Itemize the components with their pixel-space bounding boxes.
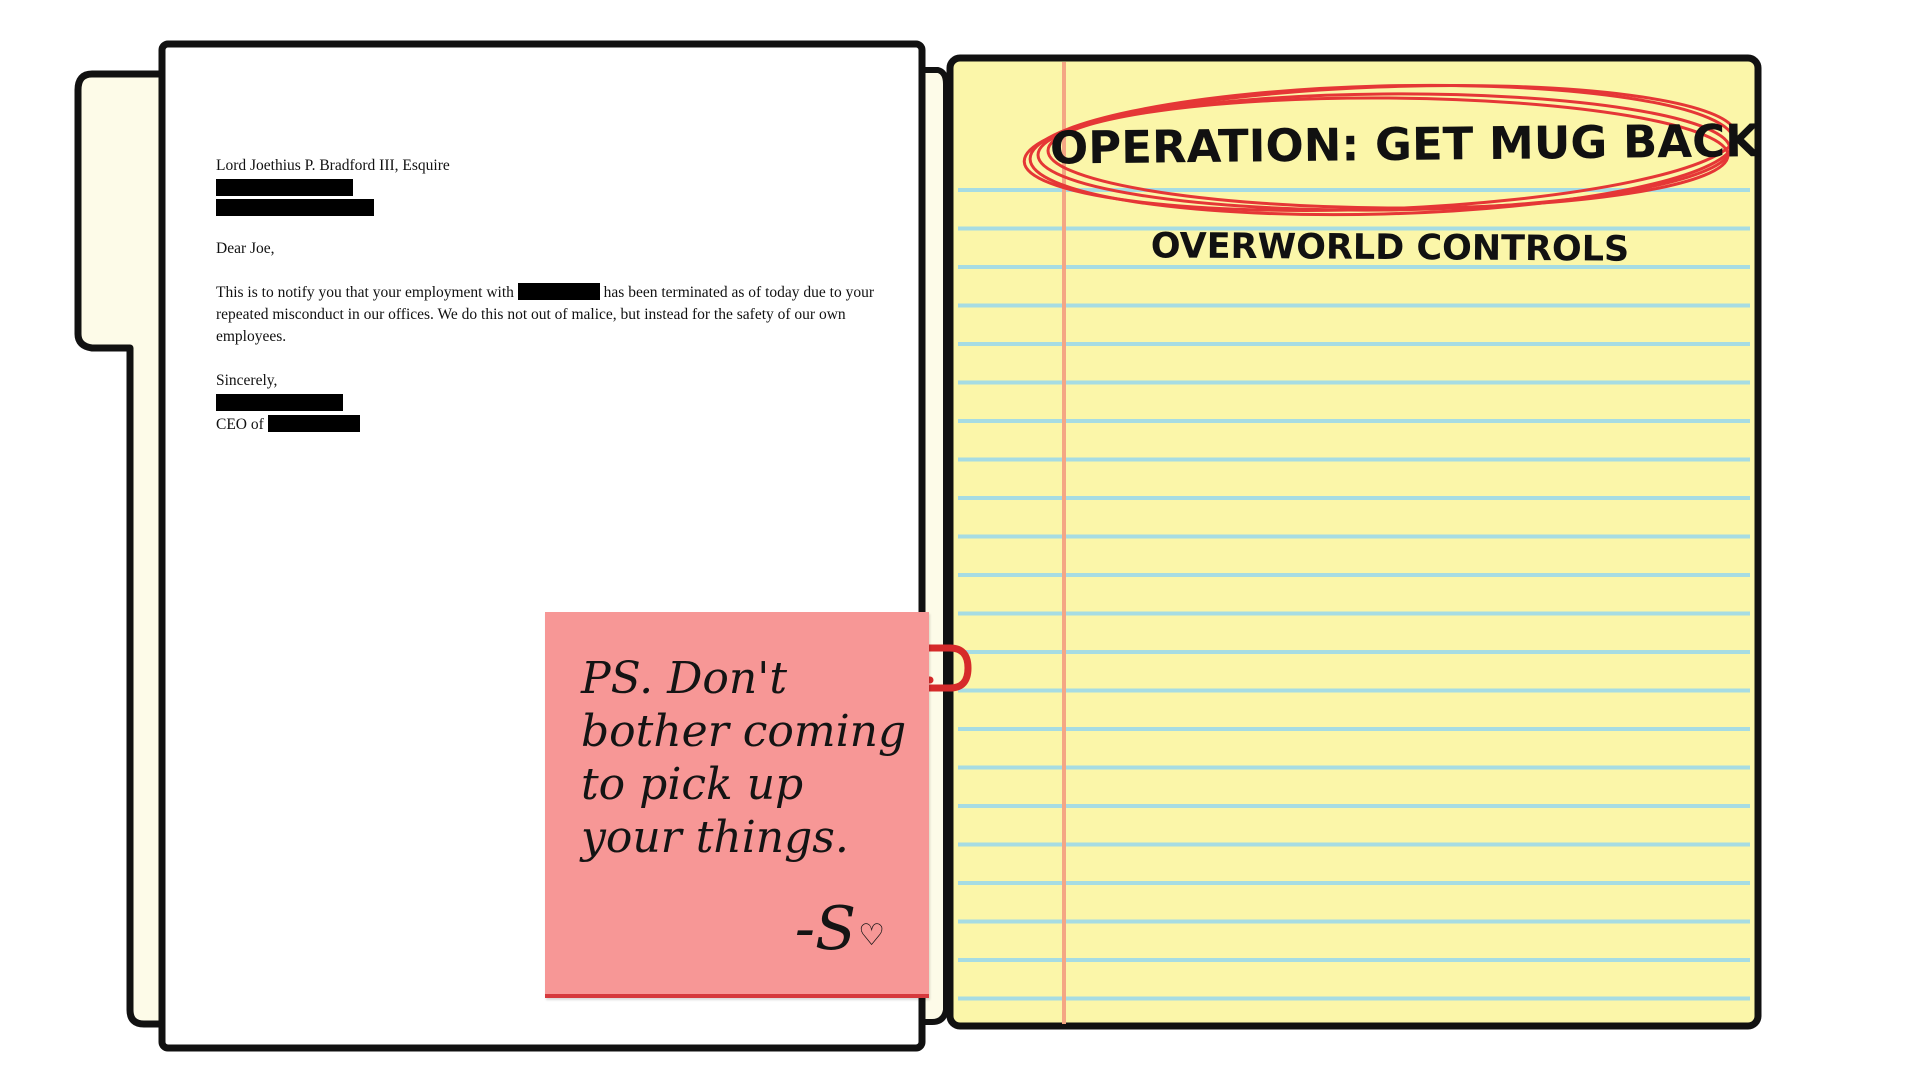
legal-pad [946,54,1762,1030]
sticky-note-line: PS. Don't [581,653,788,704]
letter-recipient: Lord Joethius P. Bradford III, Esquire [216,157,450,174]
letter-ceo-line: CEO of [216,414,876,436]
letter-closing: Sincerely, [216,372,278,389]
letter-body: This is to notify you that your employme… [216,282,876,348]
redacted-address-line-1 [216,179,353,196]
sticky-note-message: PS. Don't bother coming to pick up your … [581,652,921,864]
sticky-note-line: your things. [581,812,849,863]
letter-greeting: Dear Joe, [216,240,275,257]
termination-letter: Lord Joethius P. Bradford III, Esquire D… [216,155,876,436]
sticky-note-line: to pick up [581,759,804,810]
heart-icon: ♡ [858,918,885,953]
redacted-ceo-company [267,415,360,432]
sticky-note-line: bother coming [581,706,907,757]
sticky-note-signature: -S♡ [795,894,885,964]
mission-title: OPERATION: GET MUG BACK [1049,114,1761,175]
game-scene: Lord Joethius P. Bradford III, Esquire D… [0,0,1920,1080]
redacted-company-name [517,283,600,300]
letter-body-start: This is to notify you that your employme… [216,284,514,301]
redacted-signature [216,394,343,411]
letter-ceo-prefix: CEO of [216,416,264,433]
signature-initial: -S [794,894,857,964]
folder-back-tab [74,70,168,1028]
sticky-note: PS. Don't bother coming to pick up your … [545,612,929,998]
redacted-address-line-2 [216,199,374,216]
menu-heading-overworld-controls[interactable]: OVERWORLD CONTROLS [1100,226,1680,270]
